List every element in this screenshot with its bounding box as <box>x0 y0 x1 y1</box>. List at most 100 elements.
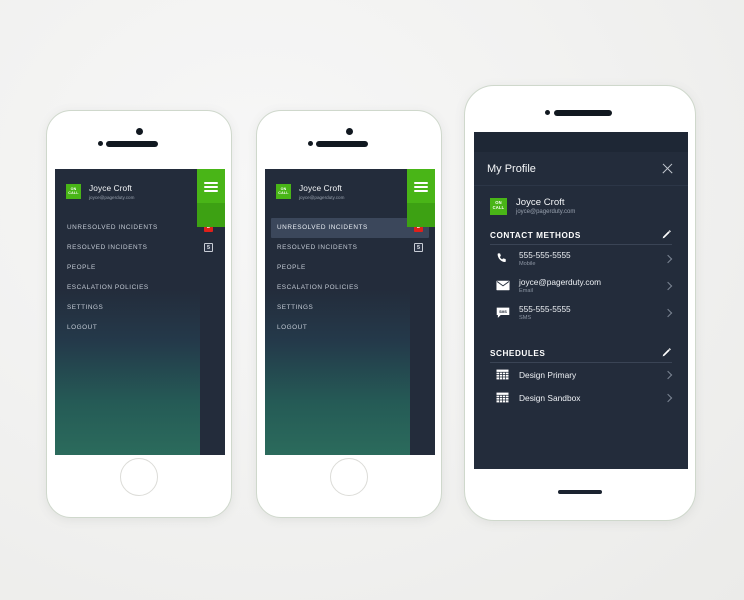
sidebar-item-settings[interactable]: SETTINGS <box>61 298 219 318</box>
contact-method-row[interactable]: SMS 555-555-5555 SMS <box>474 299 688 326</box>
sidebar-item-unresolved-incidents[interactable]: UNRESOLVED INCIDENTS 2 <box>61 218 219 238</box>
menu-user-text: Joyce Croft joyce@pagerduty.com <box>299 183 413 200</box>
sidebar-item-escalation-policies[interactable]: ESCALATION POLICIES <box>271 278 429 298</box>
earpiece-speaker <box>316 141 368 147</box>
front-camera-icon <box>135 128 143 135</box>
home-indicator-bar[interactable] <box>558 490 602 494</box>
on-call-badge: ON CALL <box>276 183 291 199</box>
contact-method-row[interactable]: joyce@pagerduty.com Email <box>474 272 688 299</box>
proximity-sensor-icon <box>308 141 313 146</box>
pencil-edit-icon[interactable] <box>661 229 672 240</box>
profile-user-block: ON CALL Joyce Croft joyce@pagerduty.com <box>474 186 688 224</box>
mockup-stage: ON CALL Joyce Croft joyce@pagerduty.com … <box>0 0 744 600</box>
contact-method-text: 555-555-5555 Mobile <box>519 250 664 267</box>
sidebar-item-resolved-incidents[interactable]: RESOLVED INCIDENTS 5 <box>61 238 219 258</box>
proximity-sensor-icon <box>98 141 103 146</box>
chevron-right-icon[interactable] <box>664 282 672 290</box>
menu-item-label: SETTINGS <box>277 304 314 311</box>
on-call-badge: ON CALL <box>66 183 81 199</box>
phone-screen-profile: My Profile ON CALL Joyce Croft joyce@pag… <box>474 132 688 469</box>
home-button[interactable] <box>120 458 158 496</box>
sidebar-item-escalation-policies[interactable]: ESCALATION POLICIES <box>61 278 219 298</box>
status-badge: 5 <box>204 243 213 252</box>
chevron-right-icon[interactable] <box>664 371 672 379</box>
page-title: My Profile <box>487 162 536 175</box>
sidebar-item-settings[interactable]: SETTINGS <box>271 298 429 318</box>
section-title: SCHEDULES <box>490 349 546 358</box>
hamburger-tab-lower <box>197 203 225 227</box>
profile-user-email: joyce@pagerduty.com <box>516 209 576 215</box>
sidebar-item-logout[interactable]: LOGOUT <box>271 318 429 338</box>
chevron-right-icon[interactable] <box>664 255 672 263</box>
svg-text:SMS: SMS <box>499 310 507 314</box>
sidebar-item-logout[interactable]: LOGOUT <box>61 318 219 338</box>
earpiece-speaker <box>106 141 158 147</box>
schedule-row[interactable]: Design Sandbox <box>474 386 688 409</box>
menu-item-label: UNRESOLVED INCIDENTS <box>67 224 158 231</box>
chevron-right-icon[interactable] <box>664 394 672 402</box>
contact-method-type: SMS <box>519 315 532 321</box>
menu-item-label: SETTINGS <box>67 304 104 311</box>
schedule-name: Design Sandbox <box>519 392 581 403</box>
pencil-edit-icon[interactable] <box>661 347 672 358</box>
contact-method-text: joyce@pagerduty.com Email <box>519 277 664 294</box>
status-badge: 5 <box>414 243 423 252</box>
menu-item-label: PEOPLE <box>277 264 306 271</box>
menu-item-label: ESCALATION POLICIES <box>277 284 359 291</box>
hamburger-menu-button[interactable] <box>407 169 435 227</box>
menu-user-text: Joyce Croft joyce@pagerduty.com <box>89 183 203 200</box>
on-call-badge: ON CALL <box>490 197 507 215</box>
profile-header: My Profile <box>474 152 688 186</box>
chevron-right-icon[interactable] <box>664 309 672 317</box>
section-header-contact-methods: CONTACT METHODS <box>490 229 672 245</box>
calendar-grid-icon <box>496 392 512 403</box>
close-icon[interactable] <box>661 162 674 175</box>
menu-item-label: PEOPLE <box>67 264 96 271</box>
phone-screen-menu-selected: ON CALL Joyce Croft joyce@pagerduty.com … <box>265 169 435 455</box>
status-bar <box>474 132 688 152</box>
menu-item-label: LOGOUT <box>67 324 98 331</box>
earpiece-speaker <box>554 110 612 116</box>
proximity-sensor-icon <box>545 110 550 115</box>
hamburger-menu-button[interactable] <box>197 169 225 227</box>
profile-user-text: Joyce Croft joyce@pagerduty.com <box>516 197 575 215</box>
menu-user-email: joyce@pagerduty.com <box>89 194 135 200</box>
menu-user-email: joyce@pagerduty.com <box>299 194 345 200</box>
sidebar-item-people[interactable]: PEOPLE <box>61 258 219 278</box>
phone-mockup-profile: My Profile ON CALL Joyce Croft joyce@pag… <box>464 85 696 521</box>
front-camera-icon <box>345 128 353 135</box>
schedule-name: Design Primary <box>519 369 577 380</box>
contact-method-type: Email <box>519 288 533 294</box>
hamburger-menu-icon <box>204 182 218 194</box>
home-button[interactable] <box>330 458 368 496</box>
menu-item-label: LOGOUT <box>277 324 308 331</box>
profile-user-name: Joyce Croft <box>516 197 565 208</box>
section-title: CONTACT METHODS <box>490 231 581 240</box>
contact-method-value: 555-555-5555 <box>519 250 571 260</box>
schedule-text: Design Sandbox <box>519 393 664 403</box>
sidebar-item-people[interactable]: PEOPLE <box>271 258 429 278</box>
menu-item-label: RESOLVED INCIDENTS <box>277 244 358 251</box>
on-call-line-2: CALL <box>68 191 79 196</box>
menu-user-name: Joyce Croft <box>299 183 343 193</box>
on-call-line-2: CALL <box>492 205 505 210</box>
phone-mockup-menu-selected: ON CALL Joyce Croft joyce@pagerduty.com … <box>256 110 442 518</box>
contact-method-value: 555-555-5555 <box>519 304 571 314</box>
contact-method-value: joyce@pagerduty.com <box>519 277 602 287</box>
menu-item-list: UNRESOLVED INCIDENTS 2 RESOLVED INCIDENT… <box>55 212 225 338</box>
menu-item-label: UNRESOLVED INCIDENTS <box>277 224 368 231</box>
phone-icon <box>496 252 512 265</box>
schedule-text: Design Primary <box>519 370 664 380</box>
contact-method-type: Mobile <box>519 261 536 267</box>
calendar-grid-icon <box>496 369 512 380</box>
hamburger-menu-icon <box>414 182 428 194</box>
sidebar-item-resolved-incidents[interactable]: RESOLVED INCIDENTS 5 <box>271 238 429 258</box>
menu-item-label: RESOLVED INCIDENTS <box>67 244 148 251</box>
schedule-row[interactable]: Design Primary <box>474 363 688 386</box>
menu-item-label: ESCALATION POLICIES <box>67 284 149 291</box>
contact-method-text: 555-555-5555 SMS <box>519 304 664 321</box>
sidebar-item-unresolved-incidents[interactable]: UNRESOLVED INCIDENTS 2 <box>271 217 429 238</box>
contact-method-row[interactable]: 555-555-5555 Mobile <box>474 245 688 272</box>
sms-bubble-icon: SMS <box>496 307 512 319</box>
